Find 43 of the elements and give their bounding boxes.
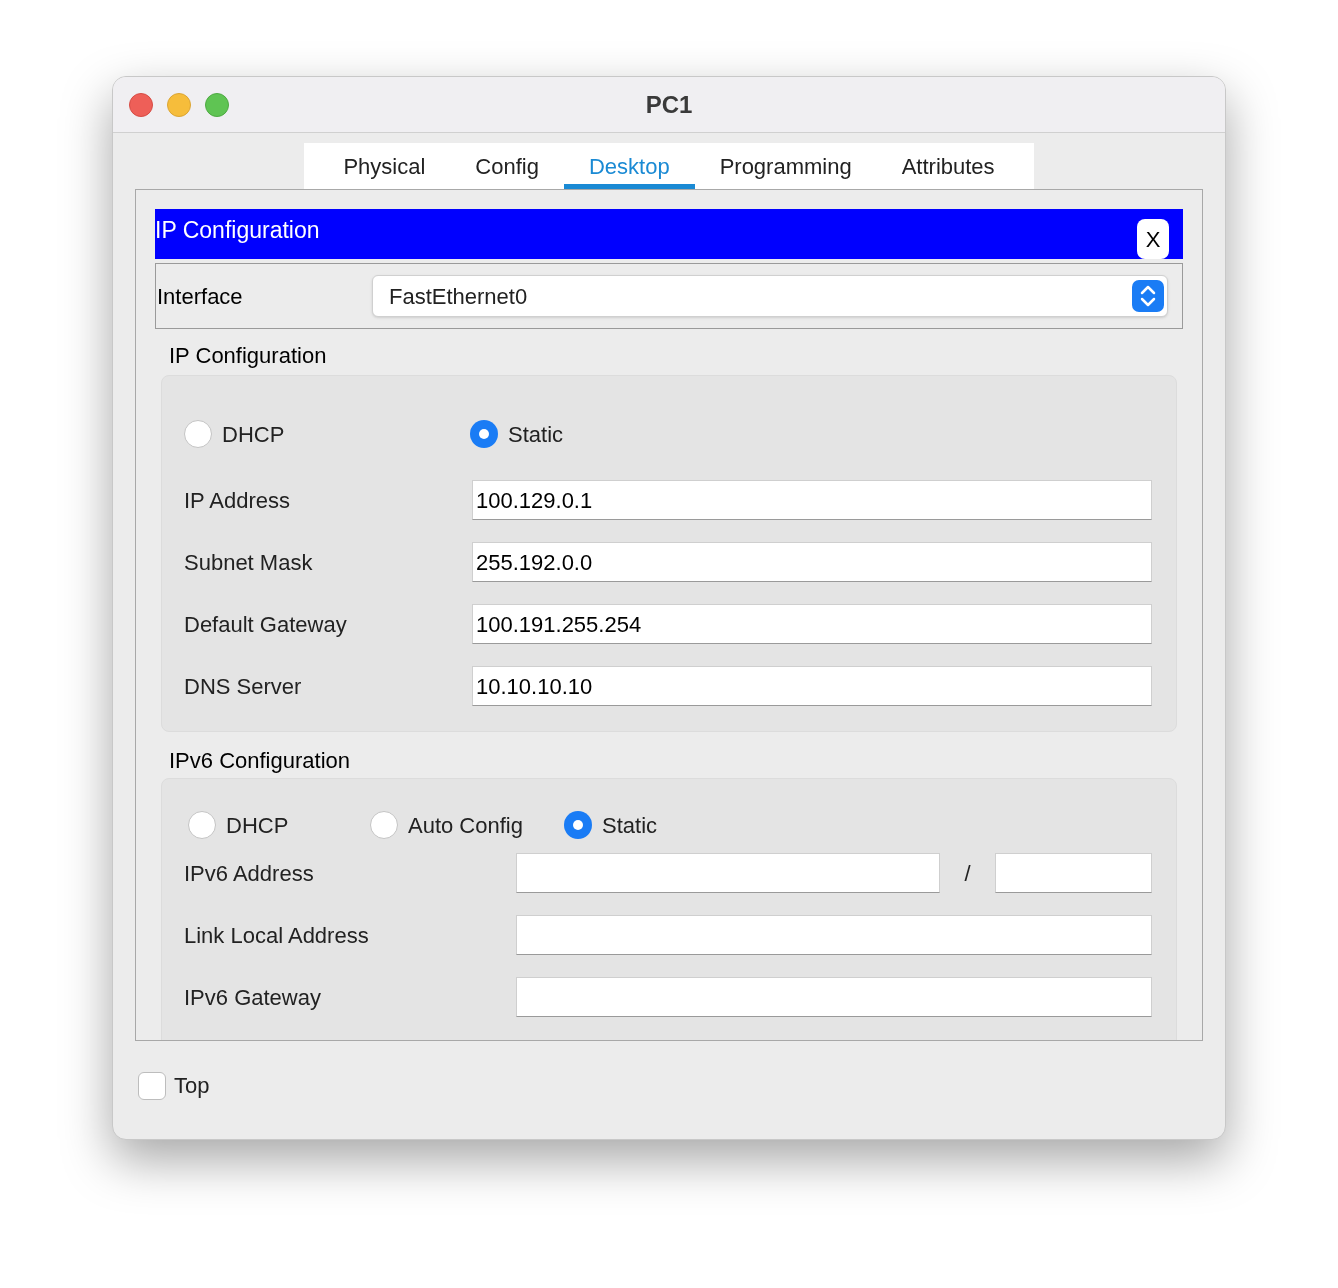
field-label: Default Gateway [184,610,348,639]
radio-label: Static [508,420,564,449]
tab[interactable]: Physical [318,143,451,189]
radio-button[interactable] [184,420,212,448]
radio-label: Static [602,811,658,840]
section-title: IP Configuration [168,342,328,367]
slash-separator: / [963,859,972,888]
interface-label: Interface [156,282,244,311]
radio-button[interactable] [188,811,216,839]
radio-button[interactable] [564,811,592,839]
radio-button[interactable] [470,420,498,448]
tab[interactable]: Config [450,143,564,189]
input-field[interactable]: 10.10.10.10 [472,666,1152,706]
input-field[interactable] [516,915,1152,955]
stepper-icon [1132,280,1164,312]
input-field[interactable]: 100.129.0.1 [472,480,1152,520]
field-label: DNS Server [184,672,303,701]
input-field[interactable] [516,853,940,893]
field-label: IPv6 Address [184,859,315,888]
tab[interactable]: Programming [694,143,877,189]
input-field[interactable] [995,853,1152,893]
radio-button[interactable] [370,811,398,839]
field-label: IP Address [184,486,291,515]
input-field[interactable] [516,977,1152,1017]
radio-label: Auto Config [408,811,523,840]
tab[interactable]: Attributes [876,143,1020,189]
interface-dropdown[interactable]: FastEthernet0 [372,275,1168,317]
input-field[interactable]: 100.191.255.254 [472,604,1152,644]
close-button[interactable] [129,92,153,117]
minimize-button[interactable] [167,92,191,117]
field-label: IPv6 Gateway [184,983,322,1012]
top-label: Top [174,1072,210,1100]
zoom-button[interactable] [205,92,229,117]
window-title: PC1 [645,89,693,120]
radio-label: DHCP [226,811,289,840]
radio-label: DHCP [222,420,285,449]
input-field[interactable]: 255.192.0.0 [472,542,1152,582]
panel-title: IP Configuration [155,215,320,245]
checkbox[interactable] [138,1071,166,1100]
section-title: IPv6 Configuration [168,747,351,772]
field-label: Subnet Mask [184,548,314,577]
close-button[interactable]: X [1137,219,1169,259]
field-label: Link Local Address [184,921,370,950]
